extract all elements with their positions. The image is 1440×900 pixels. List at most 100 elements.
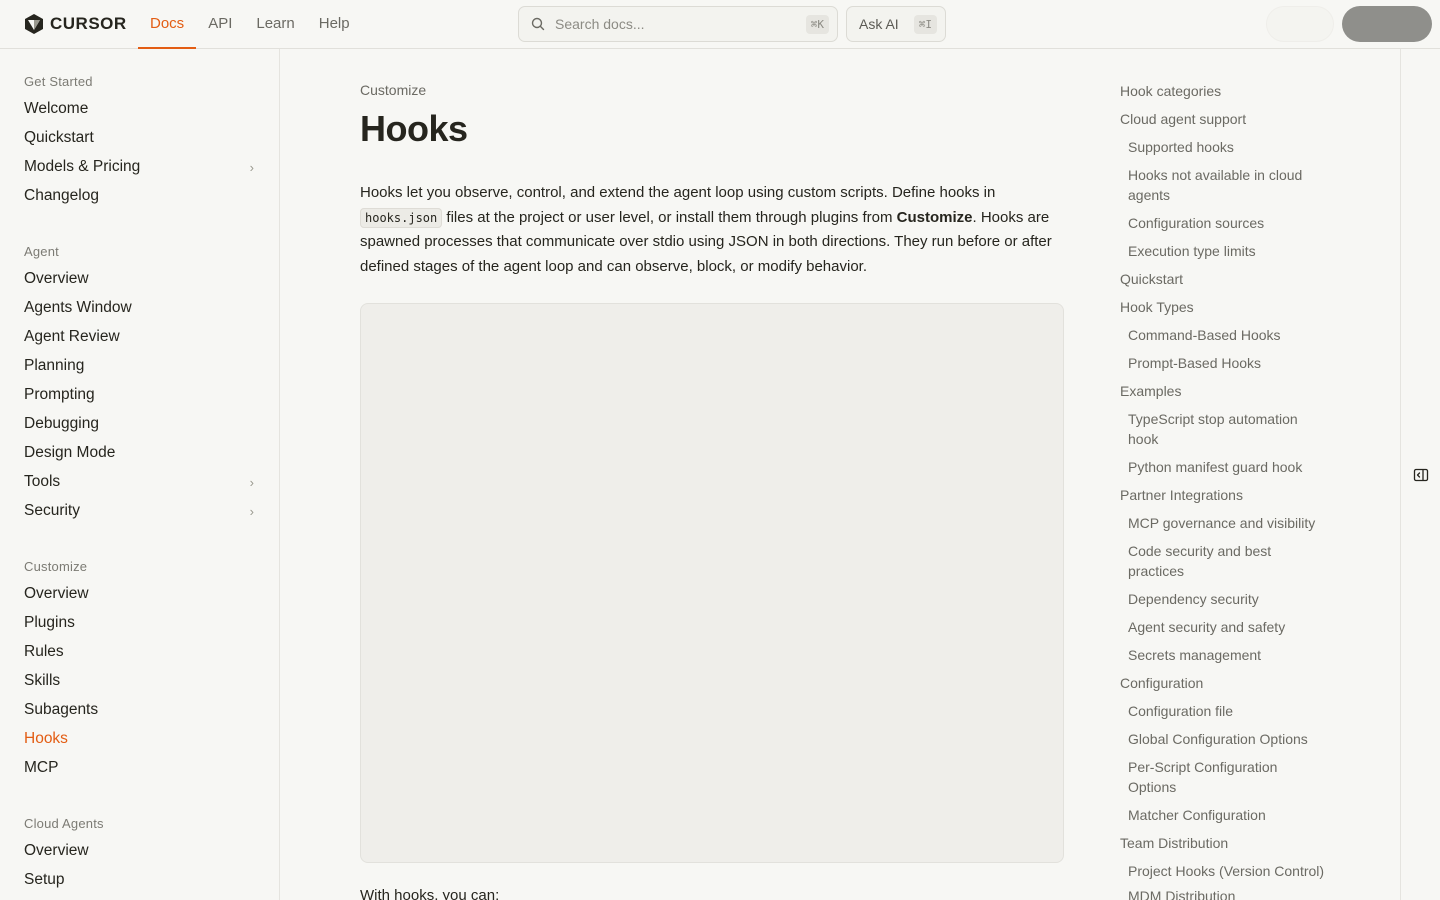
panel-toggle-icon[interactable] — [1413, 467, 1429, 483]
sidebar-item-label: Planning — [24, 357, 85, 374]
toc-item[interactable]: Quickstart — [1120, 269, 1325, 289]
toc-item[interactable]: MDM Distribution — [1128, 886, 1328, 900]
sidebar-item-design-mode[interactable]: Design Mode — [24, 440, 256, 466]
sidebar-item-setup[interactable]: Setup — [24, 867, 256, 893]
sidebar-item-label: Models & Pricing — [24, 158, 141, 175]
toc-item[interactable]: Secrets management — [1128, 645, 1328, 665]
toc-item[interactable]: Matcher Configuration — [1128, 805, 1328, 825]
toc-item[interactable]: Supported hooks — [1128, 137, 1328, 157]
toc-item[interactable]: Execution type limits — [1128, 241, 1328, 261]
search-icon — [531, 17, 545, 31]
topnav-learn[interactable]: Learn — [244, 0, 306, 49]
toc-item[interactable]: Project Hooks (Version Control) — [1128, 861, 1328, 881]
topnav-docs[interactable]: Docs — [138, 0, 197, 49]
intro-paragraph: Hooks let you observe, control, and exte… — [360, 181, 1064, 279]
sidebar-section-title: Cloud Agents — [24, 816, 104, 831]
sidebar-item-agent-overview[interactable]: Overview — [24, 266, 256, 292]
toc-item[interactable]: Per-Script Configuration Options — [1128, 757, 1328, 797]
toc-item[interactable]: Code security and best practices — [1128, 541, 1328, 581]
toc-item[interactable]: Configuration sources — [1128, 213, 1328, 233]
toc-item[interactable]: Command-Based Hooks — [1128, 325, 1328, 345]
toc-item[interactable]: Agent security and safety — [1128, 617, 1328, 637]
sidebar-item-prompting[interactable]: Prompting — [24, 382, 256, 408]
toc-item[interactable]: Team Distribution — [1120, 833, 1325, 853]
ask-ai-button[interactable]: Ask AI ⌘I — [846, 6, 946, 42]
toc-item[interactable]: Partner Integrations — [1120, 485, 1325, 505]
sidebar-item-welcome[interactable]: Welcome — [24, 96, 256, 122]
media-placeholder — [360, 303, 1064, 863]
chevron-right-icon[interactable]: › — [250, 504, 254, 519]
sidebar-item-label: Tools — [24, 473, 61, 490]
sidebar-section-title: Get Started — [24, 74, 93, 89]
sidebar-item-label: Overview — [24, 270, 89, 287]
brand-name: CURSOR — [50, 14, 127, 33]
toc-item[interactable]: Global Configuration Options — [1128, 729, 1328, 749]
topnav-help[interactable]: Help — [307, 0, 362, 49]
sidebar-item-label: Quickstart — [24, 129, 94, 146]
top-nav: Docs API Learn Help — [138, 0, 362, 49]
sidebar-item-rules[interactable]: Rules — [24, 639, 256, 665]
top-header: CURSOR Docs API Learn Help ⌘K Ask AI ⌘I — [0, 0, 1440, 49]
sidebar-item-debugging[interactable]: Debugging — [24, 411, 256, 437]
header-ghost-button[interactable] — [1266, 6, 1334, 42]
intro-text: Hooks let you observe, control, and exte… — [360, 184, 996, 201]
toc-item[interactable]: Hook categories — [1120, 81, 1325, 101]
toc-item[interactable]: Configuration file — [1128, 701, 1328, 721]
toc-item[interactable]: Dependency security — [1128, 589, 1328, 609]
sidebar-item-hooks[interactable]: Hooks — [24, 726, 256, 752]
sidebar-item-label: Agents Window — [24, 299, 132, 316]
inline-code: hooks.json — [360, 207, 443, 228]
right-panel-divider — [1400, 49, 1401, 900]
sidebar-item-label: Subagents — [24, 701, 99, 718]
sidebar-item-label: Plugins — [24, 614, 75, 631]
topnav-api[interactable]: API — [196, 0, 244, 49]
sidebar-item-security[interactable]: Security › — [24, 498, 256, 524]
sidebar-item-agents-window[interactable]: Agents Window — [24, 295, 256, 321]
customize-link[interactable]: Customize — [897, 209, 973, 226]
sidebar-item-label: Overview — [24, 585, 89, 602]
ask-ai-shortcut: ⌘I — [913, 14, 937, 34]
toc-item[interactable]: Hooks not available in cloud agents — [1128, 165, 1328, 205]
toc-item[interactable]: MCP governance and visibility — [1128, 513, 1328, 533]
list-lead-text: With hooks, you can: — [360, 887, 500, 900]
toc-item[interactable]: Python manifest guard hook — [1128, 457, 1328, 477]
page-title: Hooks — [360, 108, 468, 149]
header-primary-button[interactable] — [1342, 6, 1432, 42]
sidebar-item-label: Setup — [24, 871, 65, 888]
sidebar-item-label: Rules — [24, 643, 64, 660]
sidebar-item-subagents[interactable]: Subagents — [24, 697, 256, 723]
sidebar-item-changelog[interactable]: Changelog — [24, 183, 256, 209]
toc-item[interactable]: Hook Types — [1120, 297, 1325, 317]
sidebar-item-label: Skills — [24, 672, 61, 689]
sidebar-item-label: MCP — [24, 759, 59, 776]
toc-item[interactable]: Examples — [1120, 381, 1325, 401]
sidebar-item-customize-overview[interactable]: Overview — [24, 581, 256, 607]
sidebar-item-tools[interactable]: Tools › — [24, 469, 256, 495]
sidebar-item-quickstart[interactable]: Quickstart — [24, 125, 256, 151]
sidebar-item-label: Welcome — [24, 100, 89, 117]
sidebar-item-plugins[interactable]: Plugins — [24, 610, 256, 636]
toc-item[interactable]: TypeScript stop automation hook — [1128, 409, 1328, 449]
docs-sidebar: Get Started Welcome Quickstart Models & … — [0, 49, 280, 900]
chevron-right-icon[interactable]: › — [250, 475, 254, 490]
sidebar-item-cloud-overview[interactable]: Overview — [24, 838, 256, 864]
sidebar-item-label: Design Mode — [24, 444, 116, 461]
toc-item[interactable]: Prompt-Based Hooks — [1128, 353, 1328, 373]
sidebar-item-label: Prompting — [24, 386, 95, 403]
cursor-logo[interactable]: CURSOR — [24, 13, 127, 35]
chevron-right-icon[interactable]: › — [250, 160, 254, 175]
search-shortcut: ⌘K — [805, 14, 829, 34]
intro-text: files at the project or user level, or i… — [442, 208, 897, 226]
sidebar-item-label: Overview — [24, 842, 89, 859]
toc-item[interactable]: Cloud agent support — [1120, 109, 1325, 129]
breadcrumb[interactable]: Customize — [360, 82, 426, 98]
sidebar-item-agent-review[interactable]: Agent Review — [24, 324, 256, 350]
sidebar-item-label: Changelog — [24, 187, 99, 204]
sidebar-item-mcp[interactable]: MCP — [24, 755, 256, 781]
sidebar-item-models-pricing[interactable]: Models & Pricing › — [24, 154, 256, 180]
search-box[interactable]: ⌘K — [518, 6, 838, 42]
search-input[interactable] — [555, 16, 806, 32]
toc-item[interactable]: Configuration — [1120, 673, 1325, 693]
sidebar-item-planning[interactable]: Planning — [24, 353, 256, 379]
sidebar-item-skills[interactable]: Skills — [24, 668, 256, 694]
